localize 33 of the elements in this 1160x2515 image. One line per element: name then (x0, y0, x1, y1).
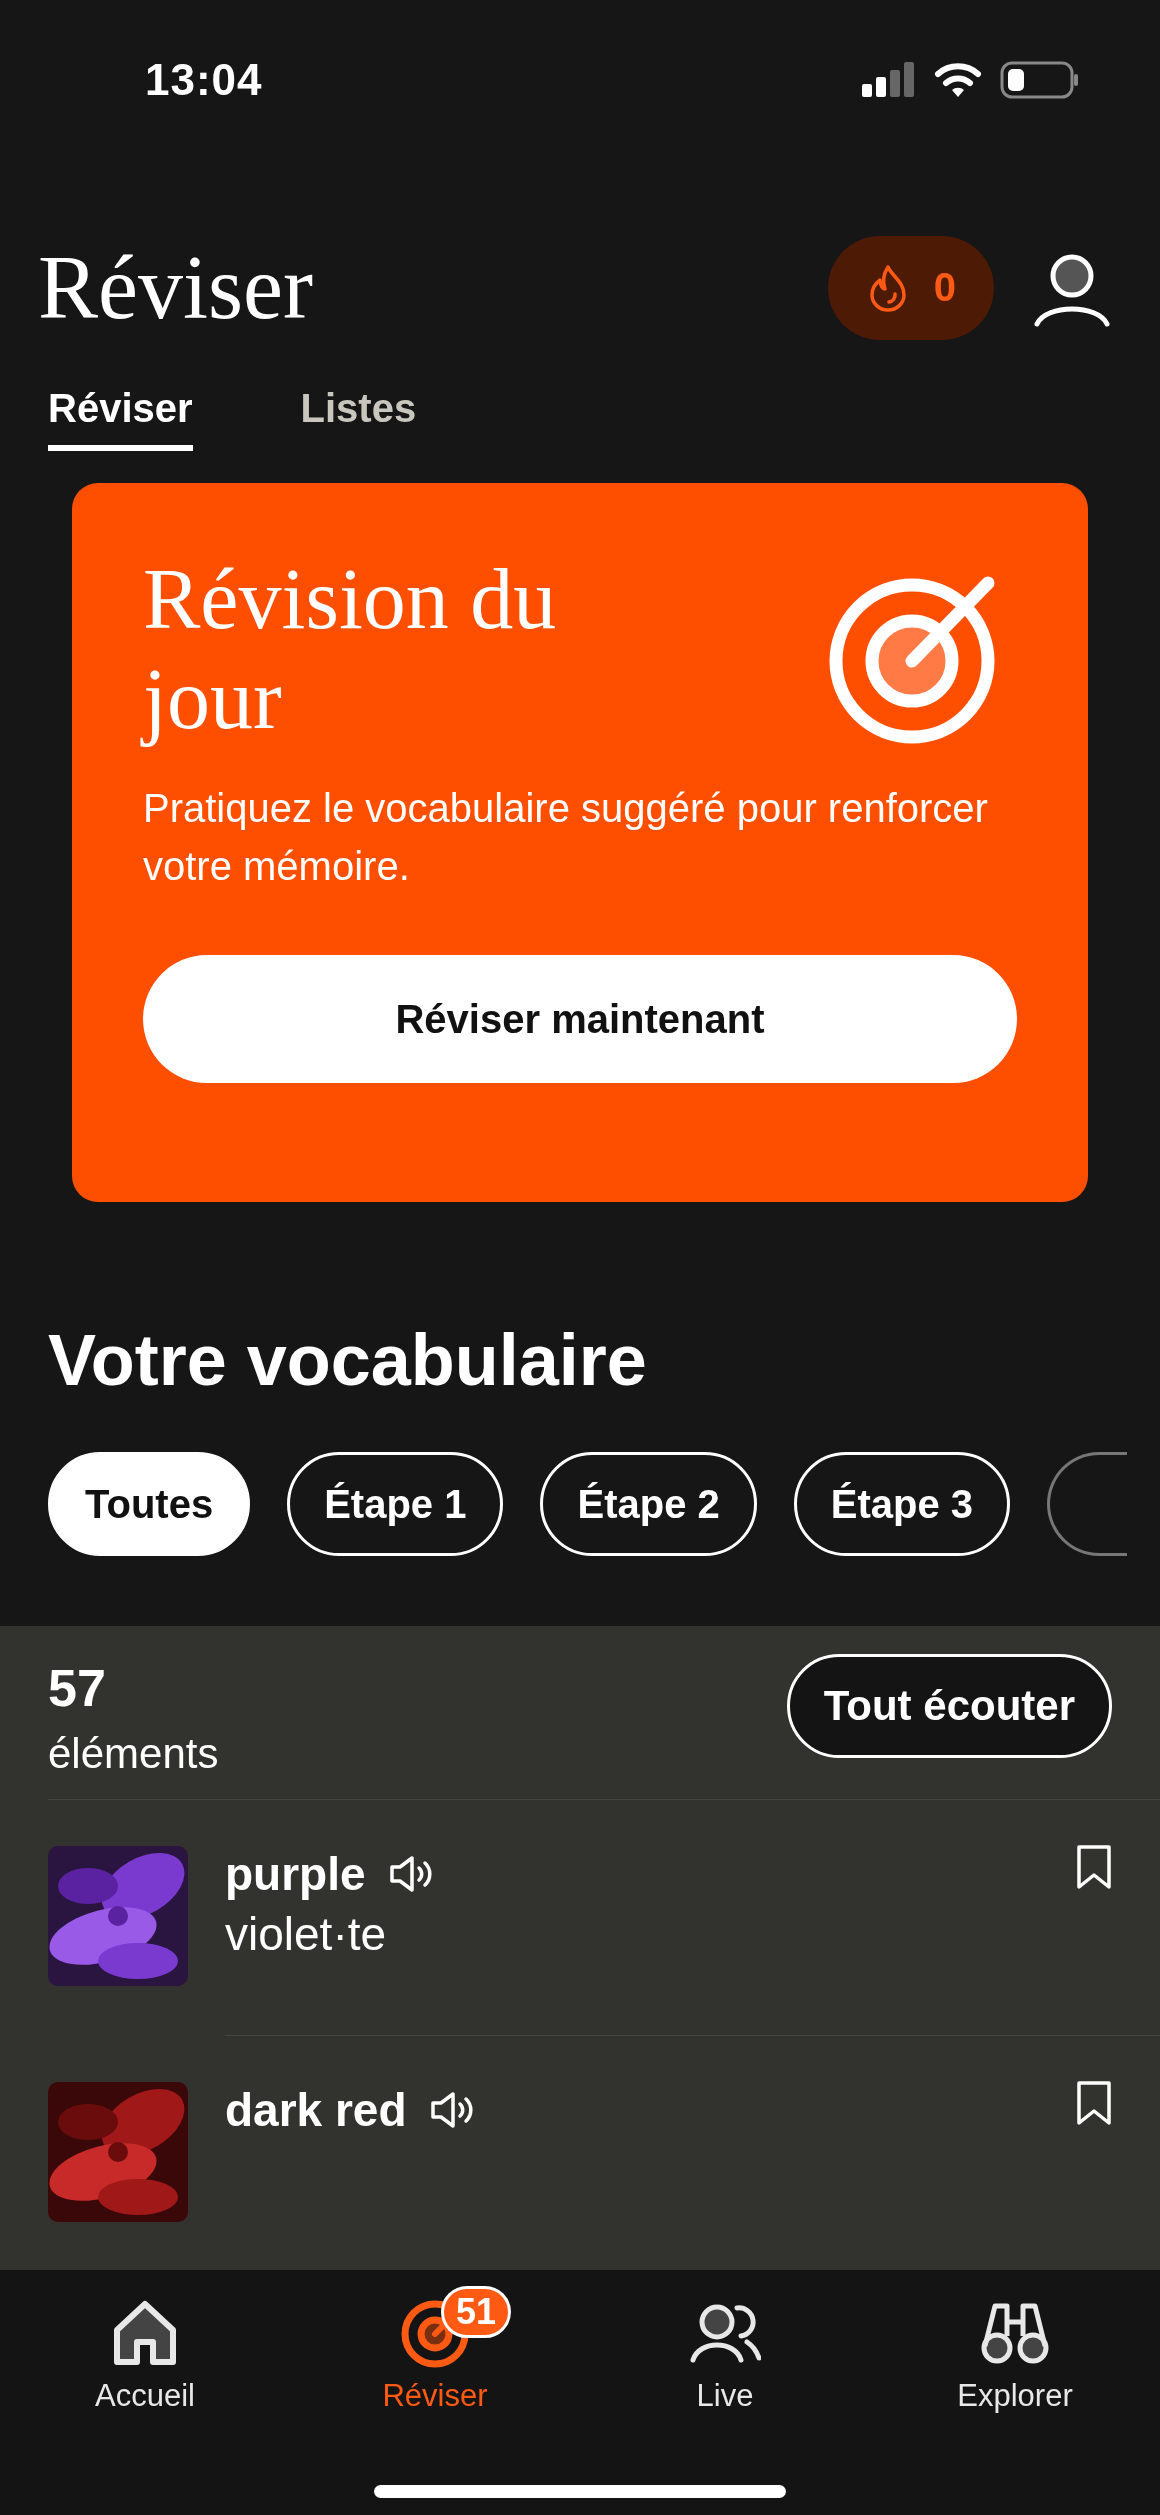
wifi-icon (934, 62, 982, 98)
vocab-word: purple (225, 1847, 366, 1902)
nav-tab-label[interactable]: Live (696, 2378, 754, 2414)
item-count: 57 (48, 1657, 107, 1718)
nav-tab-label[interactable]: Explorer (957, 2378, 1073, 2414)
item-count-label: éléments (48, 1729, 219, 1778)
bookmark-icon[interactable] (1076, 1844, 1112, 1890)
filter-chip[interactable]: Étape 1 (287, 1452, 504, 1556)
streak-count: 0 (933, 265, 956, 310)
battery-icon (1000, 61, 1080, 99)
speaker-icon[interactable] (387, 1854, 434, 1894)
streak-badge[interactable]: 0 (827, 235, 994, 340)
nav-tab-label[interactable]: Accueil (95, 2378, 195, 2414)
speaker-icon[interactable] (428, 2090, 475, 2130)
vocab-translation: violet·te (225, 1907, 388, 1962)
review-now-button[interactable]: Réviser maintenant (143, 955, 1017, 1083)
filter-chip[interactable]: Étape 2 (540, 1452, 757, 1556)
filter-chip[interactable]: Toutes (48, 1452, 251, 1556)
filter-chip[interactable] (1047, 1452, 1128, 1556)
flame-icon (867, 263, 908, 312)
clock-time: 13:04 (145, 55, 263, 105)
card-description: Pratiquez le vocabulaire suggéré pour renforcer votre mémoire. (143, 785, 989, 890)
play-all-button[interactable]: Tout écouter (786, 1653, 1112, 1758)
section-heading: Votre vocabulaire (48, 1319, 648, 1402)
page-title: Réviser (38, 237, 313, 339)
signal-icon (862, 62, 916, 98)
bookmark-icon[interactable] (1076, 2080, 1112, 2126)
vocab-word: dark red (225, 2083, 407, 2138)
tab[interactable]: Réviser (48, 385, 193, 451)
filter-chip[interactable]: Étape 3 (793, 1452, 1011, 1556)
tab[interactable]: Listes (300, 385, 417, 451)
notification-badge: 51 (441, 2286, 512, 2338)
nav-tab-label[interactable]: Réviser (382, 2378, 488, 2414)
